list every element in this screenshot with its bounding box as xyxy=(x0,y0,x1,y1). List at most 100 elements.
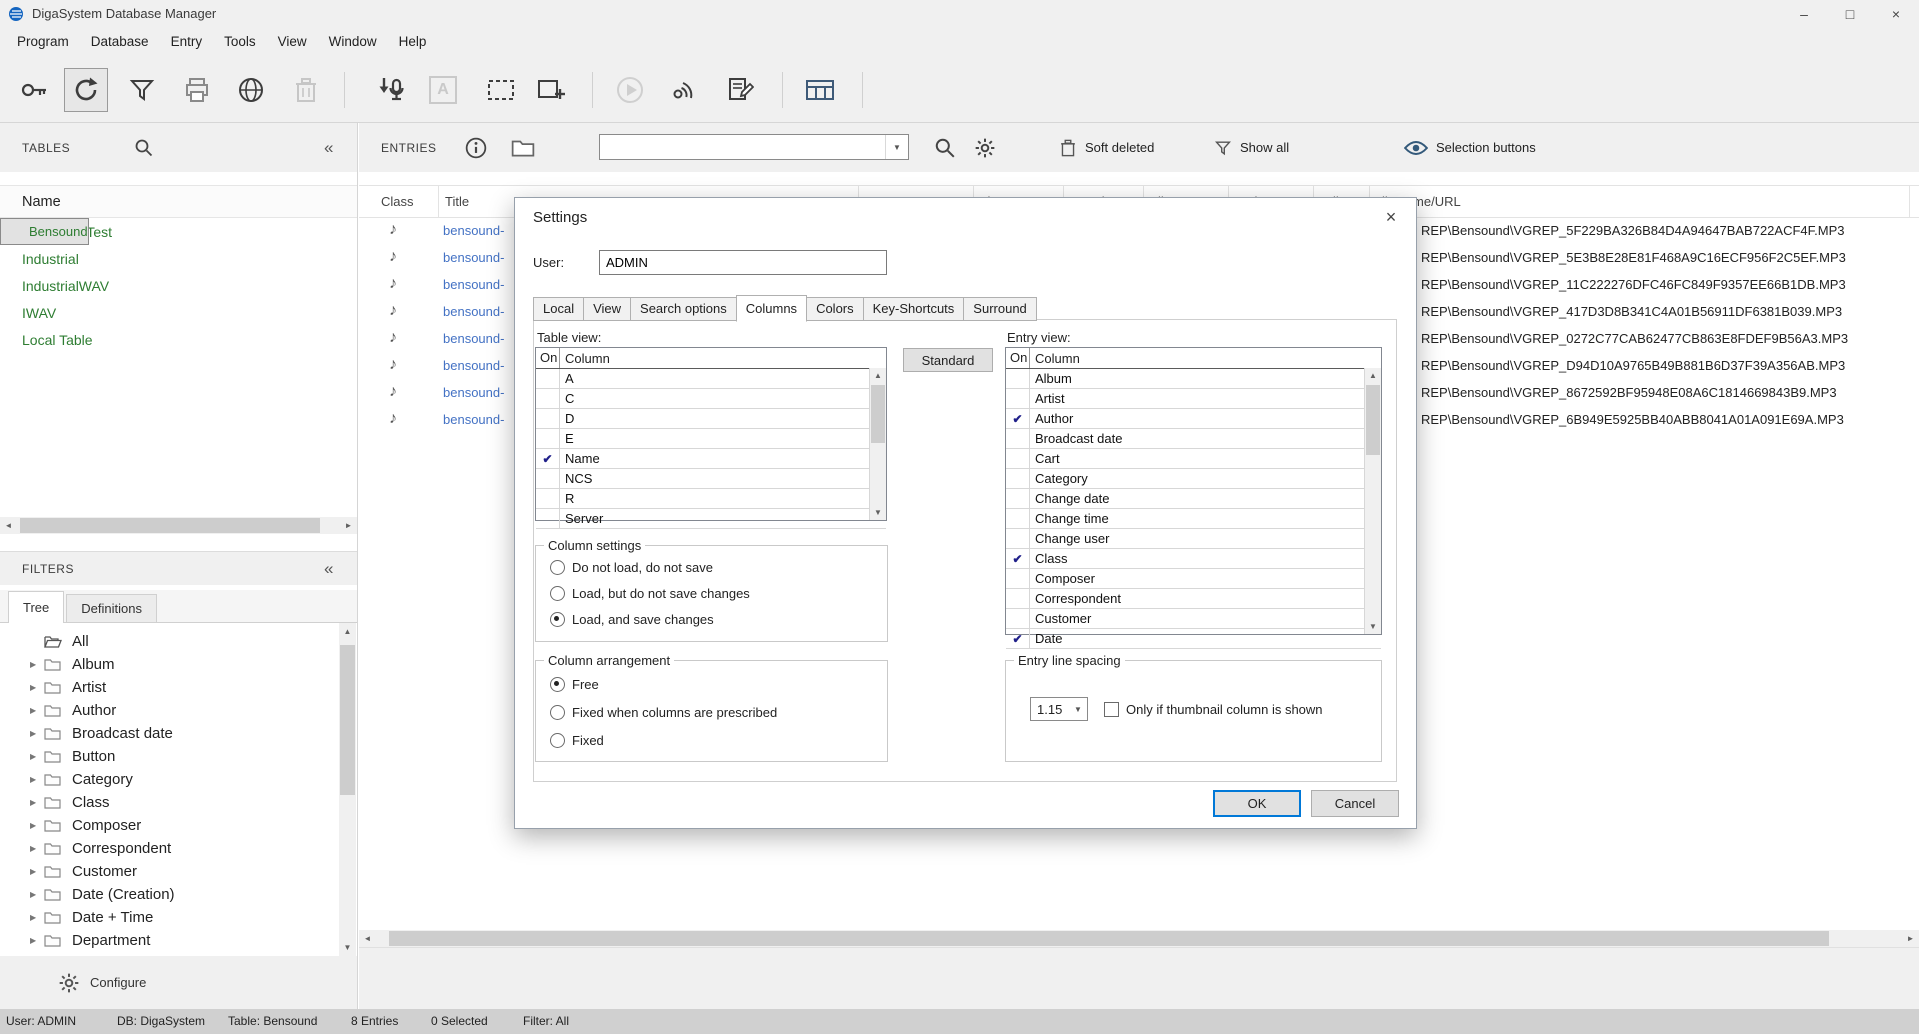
expander-icon[interactable]: ▶ xyxy=(30,729,44,738)
scrollbar-thumb[interactable] xyxy=(389,931,1829,946)
radio-do-not-load[interactable]: Do not load, do not save xyxy=(550,560,713,575)
menu-entry[interactable]: Entry xyxy=(160,27,214,57)
cancel-button[interactable]: Cancel xyxy=(1311,790,1399,817)
search-input[interactable] xyxy=(604,137,878,159)
table-row-iwav[interactable]: IWAV xyxy=(0,299,357,326)
show-all-toggle[interactable]: Show all xyxy=(1214,123,1289,172)
connect-button[interactable] xyxy=(12,68,56,112)
entries-horizontal-scrollbar[interactable]: ◄ ► xyxy=(359,930,1919,947)
expander-icon[interactable]: ▶ xyxy=(30,890,44,899)
menu-view[interactable]: View xyxy=(267,27,318,57)
add-frame-button[interactable] xyxy=(529,68,573,112)
search-button[interactable] xyxy=(934,123,956,172)
radio-icon[interactable] xyxy=(550,612,565,627)
entry-info-button[interactable] xyxy=(465,123,487,172)
tree-item-date-time[interactable]: ▶Date + Time xyxy=(0,906,340,929)
menu-window[interactable]: Window xyxy=(318,27,388,57)
radio-free[interactable]: Free xyxy=(550,677,599,692)
menu-help[interactable]: Help xyxy=(388,27,438,57)
edit-entry-button[interactable] xyxy=(718,68,762,112)
list-row[interactable]: Change time xyxy=(1006,509,1381,529)
list-row[interactable]: Change user xyxy=(1006,529,1381,549)
text-tool-button[interactable]: A xyxy=(421,68,465,112)
scroll-left-button[interactable]: ◄ xyxy=(359,930,376,947)
list-row[interactable]: Artist xyxy=(1006,389,1381,409)
print-button[interactable] xyxy=(175,68,219,112)
scrollbar-thumb[interactable] xyxy=(20,518,320,533)
tree-item-album[interactable]: ▶Album xyxy=(0,653,340,676)
table-layout-button[interactable] xyxy=(798,68,842,112)
thumbnail-only-checkbox[interactable]: Only if thumbnail column is shown xyxy=(1104,702,1323,717)
filters-vertical-scrollbar[interactable]: ▲ ▼ xyxy=(339,623,356,956)
menu-tools[interactable]: Tools xyxy=(213,27,267,57)
expander-icon[interactable]: ▶ xyxy=(30,775,44,784)
line-spacing-select[interactable]: 1.15 ▼ xyxy=(1030,697,1088,721)
list-row[interactable]: Correspondent xyxy=(1006,589,1381,609)
tab-colors[interactable]: Colors xyxy=(806,297,864,321)
expander-icon[interactable]: ▶ xyxy=(30,752,44,761)
table-search-icon[interactable] xyxy=(134,138,154,158)
tree-item-customer[interactable]: ▶Customer xyxy=(0,860,340,883)
tab-local[interactable]: Local xyxy=(533,297,584,321)
radio-icon[interactable] xyxy=(550,560,565,575)
delete-button[interactable] xyxy=(284,68,328,112)
tab-search-options[interactable]: Search options xyxy=(630,297,737,321)
web-button[interactable] xyxy=(229,68,273,112)
maximize-button[interactable]: □ xyxy=(1827,0,1873,27)
tree-item-author[interactable]: ▶Author xyxy=(0,699,340,722)
scrollbar-thumb[interactable] xyxy=(340,645,355,795)
scroll-up-button[interactable]: ▲ xyxy=(339,623,356,640)
list-row[interactable]: E xyxy=(536,429,886,449)
radio-icon[interactable] xyxy=(550,586,565,601)
tree-item-date-creation[interactable]: ▶Date (Creation) xyxy=(0,883,340,906)
tree-item-department[interactable]: ▶Department xyxy=(0,929,340,952)
configure-button[interactable]: Configure xyxy=(90,975,146,990)
list-row[interactable]: NCS xyxy=(536,469,886,489)
play-button[interactable] xyxy=(608,68,652,112)
list-row[interactable]: R xyxy=(536,489,886,509)
table-row-bensound[interactable]: Bensound xyxy=(0,218,89,245)
entry-folder-button[interactable] xyxy=(511,123,535,172)
scrollbar-thumb[interactable] xyxy=(1366,385,1380,455)
tab-view[interactable]: View xyxy=(583,297,631,321)
minimize-button[interactable]: – xyxy=(1781,0,1827,27)
list-row[interactable]: Cart xyxy=(1006,449,1381,469)
list-row[interactable]: ✔Date xyxy=(1006,629,1381,649)
search-settings-button[interactable] xyxy=(974,123,996,172)
list-row[interactable]: Category xyxy=(1006,469,1381,489)
tree-item-correspondent[interactable]: ▶Correspondent xyxy=(0,837,340,860)
column-file-name-url[interactable]: File name/URL xyxy=(1370,186,1910,218)
scroll-down-button[interactable]: ▼ xyxy=(1365,619,1381,634)
tree-item-all[interactable]: All xyxy=(0,630,340,653)
list-row[interactable]: Composer xyxy=(1006,569,1381,589)
tree-item-button[interactable]: ▶Button xyxy=(0,745,340,768)
soft-deleted-toggle[interactable]: Soft deleted xyxy=(1059,123,1154,172)
radio-icon[interactable] xyxy=(550,733,565,748)
scroll-up-button[interactable]: ▲ xyxy=(1365,368,1381,383)
tree-item-category[interactable]: ▶Category xyxy=(0,768,340,791)
list-row[interactable]: Broadcast date xyxy=(1006,429,1381,449)
scroll-left-button[interactable]: ◄ xyxy=(0,517,17,534)
menu-database[interactable]: Database xyxy=(80,27,160,57)
tab-tree[interactable]: Tree xyxy=(8,591,64,623)
refresh-button[interactable] xyxy=(64,68,108,112)
configure-gear-icon[interactable] xyxy=(58,972,80,994)
list-scrollbar[interactable]: ▲ ▼ xyxy=(1364,368,1381,634)
menu-program[interactable]: Program xyxy=(6,27,80,57)
standard-button[interactable]: Standard xyxy=(903,348,993,372)
list-row[interactable]: ✔Name xyxy=(536,449,886,469)
scroll-right-button[interactable]: ► xyxy=(340,517,357,534)
scroll-up-button[interactable]: ▲ xyxy=(870,368,886,383)
table-row-industrial[interactable]: Industrial xyxy=(0,245,357,272)
dialog-title-bar[interactable]: Settings xyxy=(515,198,1416,236)
expander-icon[interactable]: ▶ xyxy=(30,913,44,922)
radio-icon[interactable] xyxy=(550,677,565,692)
table-row-local-table[interactable]: Local Table xyxy=(0,326,357,353)
expander-icon[interactable]: ▶ xyxy=(30,660,44,669)
import-audio-button[interactable] xyxy=(370,68,414,112)
expander-icon[interactable]: ▶ xyxy=(30,867,44,876)
list-row[interactable]: ✔Author xyxy=(1006,409,1381,429)
radio-fixed-when-prescribed[interactable]: Fixed when columns are prescribed xyxy=(550,705,777,720)
list-row[interactable]: A xyxy=(536,369,886,389)
selection-buttons-toggle[interactable]: Selection buttons xyxy=(1404,123,1536,172)
